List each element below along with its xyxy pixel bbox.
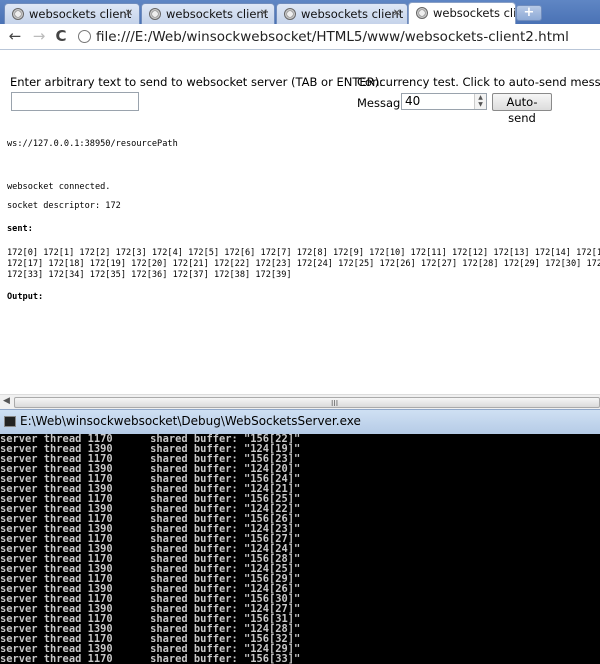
spinner-arrows[interactable]: ▲ ▼	[474, 94, 486, 109]
messages-stepper[interactable]: 40 ▲ ▼	[401, 93, 487, 110]
forward-arrow-icon[interactable]: →	[30, 27, 48, 45]
browser-toolbar: ← → C file:///E:/Web/winsockwebsocket/HT…	[0, 24, 600, 50]
browser-tab-active[interactable]: websockets client	[408, 2, 516, 24]
tab-title: websockets client	[301, 7, 404, 21]
scrollbar-thumb[interactable]: III	[14, 397, 600, 408]
send-text-input[interactable]	[11, 92, 139, 111]
new-tab-button[interactable]: +	[516, 5, 542, 21]
console-output: server thread 1170 shared buffer: "156[2…	[0, 434, 600, 664]
scrollbar-grip: III	[331, 399, 339, 408]
back-arrow-icon[interactable]: ←	[6, 27, 24, 45]
sent-line: 172[33] 172[34] 172[35] 172[36] 172[37] …	[7, 270, 292, 280]
tab-title: websockets client	[166, 7, 269, 21]
browser-tab[interactable]: websockets client ✕	[276, 3, 408, 24]
socket-descriptor: socket descriptor: 172	[7, 201, 121, 211]
sent-line: 172[17] 172[18] 172[19] 172[20] 172[21] …	[7, 259, 600, 269]
close-icon[interactable]: ✕	[123, 4, 135, 24]
close-icon[interactable]: ✕	[391, 4, 403, 24]
tab-title: websockets client	[29, 7, 132, 21]
browser-tab[interactable]: websockets client ✕	[4, 3, 140, 24]
address-bar[interactable]: file:///E:/Web/winsockwebsocket/HTML5/ww…	[78, 26, 598, 48]
chrome-page-icon	[284, 8, 296, 20]
page-content: Enter arbitrary text to send to websocke…	[0, 51, 600, 394]
websocket-url: ws://127.0.0.1:38950/resourcePath	[7, 139, 178, 149]
tab-strip: websockets client ✕ websockets client ✕ …	[0, 0, 600, 24]
console-titlebar[interactable]: E:\Web\winsockwebsocket\Debug\WebSockets…	[0, 409, 600, 434]
url-text: file:///E:/Web/winsockwebsocket/HTML5/ww…	[96, 29, 569, 45]
console-line: server thread 1170 shared buffer: "156[3…	[0, 653, 301, 664]
console-title: E:\Web\winsockwebsocket\Debug\WebSockets…	[20, 414, 361, 428]
connection-status: websocket connected.	[7, 182, 111, 192]
chrome-page-icon	[416, 7, 428, 19]
output-heading: Output:	[7, 292, 44, 302]
close-icon[interactable]: ✕	[258, 4, 270, 24]
sent-heading: sent:	[7, 224, 33, 234]
scroll-left-icon[interactable]: ◀	[3, 396, 10, 406]
tab-title: websockets client	[433, 6, 516, 20]
reload-icon[interactable]: C	[52, 27, 70, 45]
horizontal-scrollbar[interactable]: ◀ III	[0, 394, 600, 409]
chrome-page-icon	[12, 8, 24, 20]
messages-value: 40	[405, 94, 421, 108]
sent-line: 172[0] 172[1] 172[2] 172[3] 172[4] 172[5…	[7, 248, 600, 258]
console-app-icon	[4, 416, 16, 427]
spin-down-icon[interactable]: ▼	[475, 101, 486, 108]
autosend-button[interactable]: Auto-send	[492, 93, 552, 125]
page-icon	[78, 30, 91, 43]
chrome-page-icon	[149, 8, 161, 20]
concurrency-prompt: Concurrency test. Click to auto-send mes…	[357, 75, 600, 89]
browser-tab[interactable]: websockets client ✕	[141, 3, 275, 24]
spin-up-icon[interactable]: ▲	[475, 94, 486, 101]
send-prompt: Enter arbitrary text to send to websocke…	[10, 75, 383, 89]
